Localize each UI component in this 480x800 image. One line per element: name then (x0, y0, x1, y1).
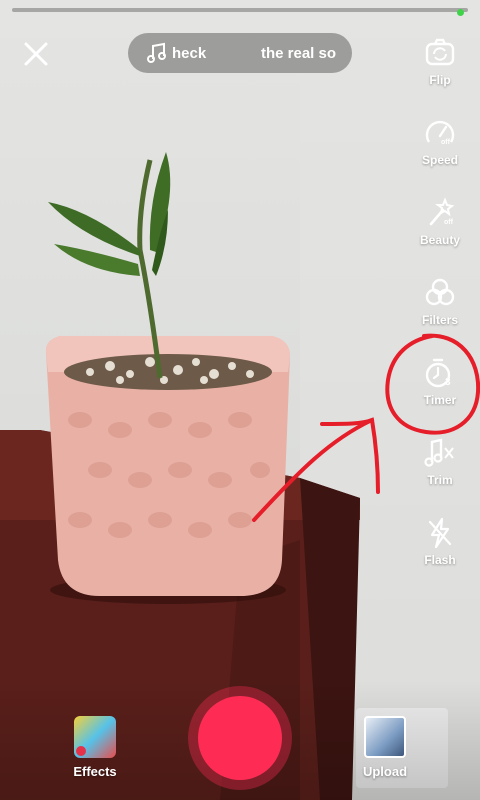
filters-label: Filters (421, 313, 458, 327)
close-icon (24, 42, 48, 66)
flip-label: Flip (429, 73, 451, 87)
filters-icon (425, 278, 455, 306)
speed-icon: off (425, 120, 455, 146)
upload-button[interactable]: Upload (354, 716, 416, 779)
sound-title-start: heck (172, 44, 207, 62)
timer-icon: 3 (425, 358, 451, 388)
timer-button[interactable]: 3 Timer (400, 356, 480, 407)
effects-thumbnail-icon (74, 716, 116, 758)
svg-text:off: off (444, 219, 454, 226)
flash-off-icon (428, 517, 452, 549)
effects-button[interactable]: Effects (60, 716, 130, 779)
music-note-icon (147, 42, 166, 63)
timer-label: Timer (423, 393, 457, 407)
speed-label: Speed (421, 153, 458, 167)
effects-badge (76, 746, 86, 756)
upload-label: Upload (362, 764, 408, 779)
add-sound-button[interactable]: heck the real so (128, 33, 352, 73)
trim-button[interactable]: Trim (400, 436, 480, 487)
flip-button[interactable]: Flip (400, 36, 480, 87)
upload-thumbnail (364, 716, 406, 758)
filters-button[interactable]: Filters (400, 276, 480, 327)
flash-button[interactable]: Flash (400, 516, 480, 567)
recording-progress-bar (12, 8, 468, 16)
flip-camera-icon (425, 38, 455, 66)
sound-title-scrolling: the real so (260, 44, 336, 62)
flash-label: Flash (424, 553, 456, 567)
effects-label: Effects (73, 764, 117, 779)
trim-label: Trim (427, 473, 453, 487)
progress-indicator-dot (457, 9, 464, 16)
speed-button[interactable]: off Speed (400, 116, 480, 167)
svg-text:3: 3 (445, 377, 451, 388)
record-button[interactable] (188, 686, 292, 790)
beauty-label: Beauty (419, 233, 460, 247)
record-button-core (198, 696, 282, 780)
trim-icon (424, 438, 454, 467)
beauty-button[interactable]: off Beauty (400, 196, 480, 247)
beauty-wand-icon: off (429, 197, 455, 226)
close-button[interactable] (22, 40, 50, 68)
svg-text:off: off (441, 139, 451, 146)
